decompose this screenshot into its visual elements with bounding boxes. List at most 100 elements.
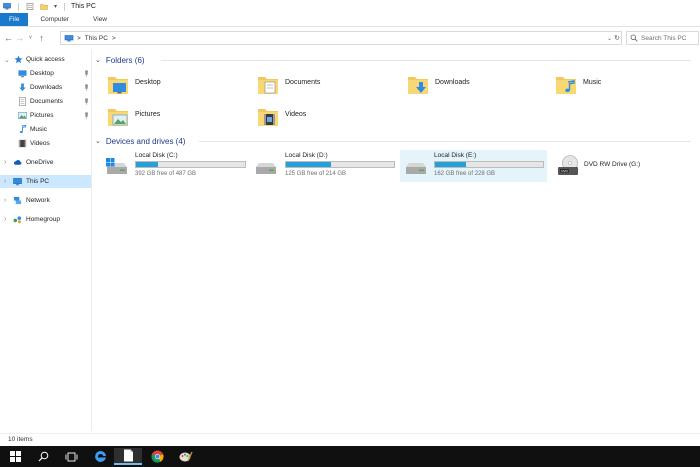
nav-homegroup[interactable]: › Homegroup	[0, 213, 91, 226]
breadcrumb-separator[interactable]: >	[112, 35, 116, 42]
file-explorer-button[interactable]	[114, 448, 142, 465]
folder-label: Music	[583, 79, 602, 86]
system-drive-icon	[106, 158, 127, 174]
nav-pictures[interactable]: Pictures	[0, 109, 91, 122]
folder-label: Documents	[285, 79, 321, 86]
drive-c[interactable]: Local Disk (C:) 392 GB free of 487 GB	[103, 150, 248, 182]
up-button[interactable]: ↑	[36, 31, 47, 45]
folder-label: Desktop	[135, 79, 161, 86]
drive-name: Local Disk (D:)	[285, 152, 328, 159]
chevron-down-icon[interactable]: ⌄	[95, 137, 101, 145]
music-folder-icon	[556, 77, 576, 94]
group-header-folders[interactable]: ⌄ Folders (6)	[95, 54, 695, 66]
nav-this-pc[interactable]: › This PC	[0, 175, 91, 188]
paint-button[interactable]	[172, 448, 200, 465]
pin-icon[interactable]	[84, 98, 89, 105]
folder-desktop[interactable]: Desktop	[107, 69, 247, 99]
nav-documents[interactable]: Documents	[0, 95, 91, 108]
pin-icon[interactable]	[84, 70, 89, 77]
properties-icon[interactable]	[26, 3, 34, 10]
group-header-drives[interactable]: ⌄ Devices and drives (4)	[95, 135, 695, 147]
divider	[199, 141, 691, 142]
drive-free-space: 125 GB free of 214 GB	[285, 171, 347, 177]
edge-button[interactable]	[86, 448, 114, 465]
pin-icon[interactable]	[84, 112, 89, 119]
nav-label: Documents	[30, 98, 63, 105]
chevron-right-icon[interactable]: ›	[4, 159, 6, 166]
nav-label: Homegroup	[26, 216, 60, 223]
folder-downloads[interactable]: Downloads	[407, 69, 547, 99]
nav-music[interactable]: Music	[0, 123, 91, 136]
tab-file[interactable]: File	[0, 13, 29, 26]
chevron-right-icon[interactable]: ›	[4, 178, 6, 185]
search-placeholder: Search This PC	[641, 34, 687, 42]
customize-toolbar-icon[interactable]: ▾	[54, 3, 57, 10]
windows-logo-icon	[9, 451, 21, 462]
chevron-right-icon[interactable]: ›	[4, 216, 6, 223]
forward-button[interactable]: →	[14, 31, 25, 45]
nav-network[interactable]: › Network	[0, 194, 91, 207]
folder-music[interactable]: Music	[555, 69, 695, 99]
pin-icon[interactable]	[84, 84, 89, 91]
drive-usage-fill	[435, 162, 467, 167]
nav-label: Music	[30, 126, 47, 133]
search-icon	[38, 451, 48, 462]
tab-view[interactable]: View	[81, 13, 119, 26]
nav-label: Videos	[30, 140, 50, 147]
hard-drive-icon	[406, 163, 426, 174]
divider	[161, 60, 691, 61]
chevron-down-icon[interactable]: ⌄	[4, 56, 10, 64]
recent-locations-icon[interactable]: ˅	[25, 31, 36, 45]
group-title: Devices and drives (4)	[105, 136, 186, 146]
folder-documents[interactable]: Documents	[257, 69, 397, 99]
documents-folder-icon	[258, 77, 278, 94]
drive-usage-bar	[135, 161, 246, 168]
task-view-button[interactable]	[57, 448, 85, 465]
nav-label: Desktop	[30, 70, 54, 77]
nav-label: Pictures	[30, 112, 54, 119]
computer-icon	[3, 3, 11, 10]
nav-quick-access[interactable]: ⌄ Quick access	[0, 53, 91, 66]
start-button[interactable]	[1, 448, 29, 465]
nav-onedrive[interactable]: › OneDrive	[0, 156, 91, 169]
divider	[64, 2, 66, 11]
document-icon	[123, 449, 133, 462]
downloads-folder-icon	[408, 77, 428, 94]
breadcrumb-this-pc[interactable]: This PC	[85, 35, 108, 42]
cloud-icon	[14, 159, 22, 165]
drive-g[interactable]: DVD DVD RW Drive (G:)	[551, 150, 691, 182]
folder-videos[interactable]: Videos	[257, 101, 397, 131]
drive-d[interactable]: Local Disk (D:) 125 GB free of 214 GB	[252, 150, 397, 182]
address-bar[interactable]: > This PC > ⌄ ↻	[60, 31, 622, 45]
divider	[18, 2, 19, 11]
chrome-button[interactable]	[143, 448, 171, 465]
new-folder-icon[interactable]	[40, 3, 48, 10]
nav-label: This PC	[26, 178, 50, 185]
back-button[interactable]: ←	[3, 31, 14, 45]
window-title: This PC	[71, 3, 96, 10]
chevron-right-icon[interactable]: ›	[4, 197, 6, 204]
chevron-down-icon[interactable]: ⌄	[95, 56, 101, 64]
desktop-folder-icon	[108, 77, 128, 94]
homegroup-icon	[13, 216, 22, 224]
drive-usage-bar	[434, 161, 544, 168]
search-button[interactable]	[29, 448, 57, 465]
nav-desktop[interactable]: Desktop	[0, 67, 91, 80]
star-icon	[14, 55, 23, 64]
tab-computer[interactable]: Computer	[28, 13, 81, 26]
status-bar: 10 items	[0, 433, 700, 445]
drive-free-space: 162 GB free of 228 GB	[434, 171, 496, 177]
folder-label: Downloads	[435, 79, 470, 86]
folder-pictures[interactable]: Pictures	[107, 101, 247, 131]
nav-downloads[interactable]: Downloads	[0, 81, 91, 94]
drive-e[interactable]: Local Disk (E:) 162 GB free of 228 GB	[400, 150, 547, 182]
navigation-pane: ⌄ Quick access Desktop Downloads Documen…	[0, 50, 92, 431]
drive-name: DVD RW Drive (G:)	[584, 161, 641, 168]
computer-icon	[13, 178, 22, 186]
chevron-down-icon[interactable]: ⌄	[607, 35, 612, 42]
desktop-icon	[18, 70, 27, 78]
refresh-icon[interactable]: ↻	[614, 34, 620, 42]
nav-videos[interactable]: Videos	[0, 137, 91, 150]
search-box[interactable]: Search This PC	[626, 31, 699, 45]
folder-label: Pictures	[135, 111, 161, 118]
